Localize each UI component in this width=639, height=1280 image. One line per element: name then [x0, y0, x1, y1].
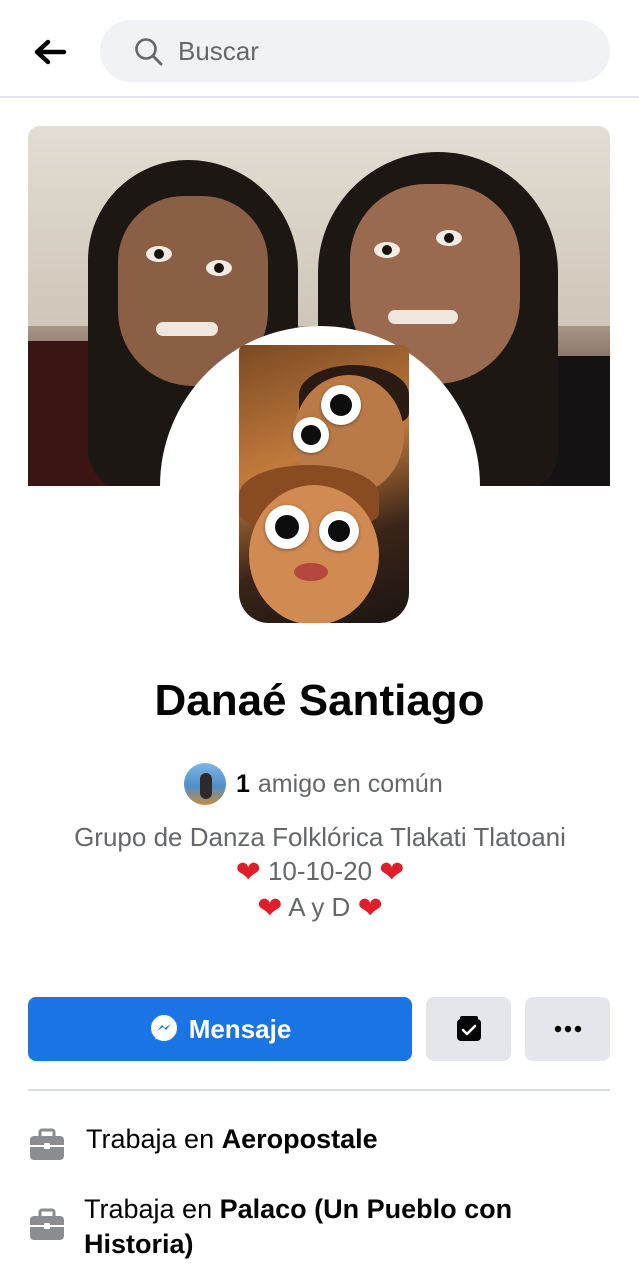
bio: Grupo de Danza Folklórica Tlakati Tlatoa… [60, 820, 580, 926]
briefcase-icon [30, 1128, 64, 1160]
mutual-friends[interactable]: 1 amigo en común [184, 762, 443, 806]
bio-line-group: Grupo de Danza Folklórica Tlakati Tlatoa… [74, 822, 566, 852]
messenger-icon [150, 1015, 177, 1041]
mutual-friends-count: 1 [236, 769, 250, 798]
save-profile-button[interactable] [426, 997, 511, 1061]
heart-icon: ❤ [257, 892, 283, 925]
work-info-row[interactable]: Trabaja en Aeropostale [28, 1122, 556, 1164]
profile-picture[interactable] [239, 345, 409, 623]
search-bar[interactable] [100, 20, 610, 82]
work-place[interactable]: Aeropostale [222, 1124, 378, 1154]
back-arrow-icon[interactable] [30, 32, 70, 72]
mutual-friends-label: amigo en común [257, 769, 443, 798]
bio-date-text: 10-10-20 [267, 856, 373, 886]
message-button-label: Mensaje [188, 1013, 292, 1044]
message-button[interactable]: Mensaje [28, 997, 412, 1061]
more-icon [554, 1025, 581, 1033]
heart-icon: ❤ [379, 856, 405, 889]
work-prefix: Trabaja en [84, 1194, 213, 1224]
heart-icon: ❤ [235, 856, 261, 889]
heart-icon: ❤ [357, 892, 383, 925]
bio-line-initials: ❤ A y D ❤ [60, 890, 580, 926]
divider [28, 1089, 610, 1091]
work-prefix: Trabaja en [86, 1124, 215, 1154]
bio-line-date: ❤ 10-10-20 ❤ [60, 854, 580, 890]
top-bar [0, 0, 639, 98]
mutual-friend-avatar [184, 763, 226, 805]
search-input[interactable] [178, 30, 578, 72]
work-info-row[interactable]: Trabaja en Palaco (Un Pueblo con Histori… [28, 1192, 554, 1262]
search-icon [135, 38, 163, 66]
profile-name: Danaé Santiago [154, 676, 485, 725]
more-options-button[interactable] [525, 997, 610, 1061]
save-profile-icon [456, 1016, 481, 1041]
bio-initials-text: A y D [288, 892, 351, 922]
briefcase-icon [30, 1208, 64, 1240]
